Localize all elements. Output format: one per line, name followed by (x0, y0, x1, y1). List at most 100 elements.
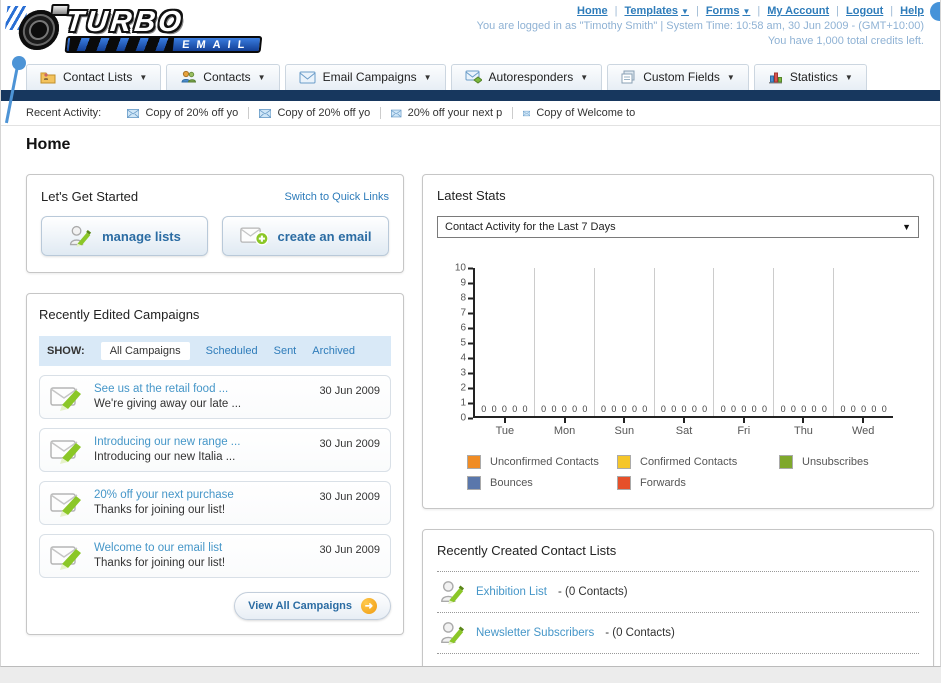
envelope-pencil-icon (50, 546, 81, 570)
contact-list-row[interactable]: Exhibition List - (0 Contacts) (437, 572, 919, 613)
switch-quick-links-link[interactable]: Switch to Quick Links (284, 191, 389, 203)
contact-list-link[interactable]: Exhibition List (476, 586, 547, 598)
campaign-title-link[interactable]: Welcome to our email list (94, 542, 309, 554)
recent-activity-item[interactable]: Copy of 20% off yo (249, 107, 382, 119)
top-link-help[interactable]: Help (900, 5, 924, 17)
arrow-right-icon: ➜ (361, 598, 377, 614)
top-link-my-account[interactable]: My Account (767, 5, 829, 17)
recent-activity-bar: Recent Activity: Copy of 20% off yo Copy… (1, 101, 940, 126)
chart-legend: Unconfirmed Contacts Confirmed Contacts Un… (467, 455, 919, 490)
campaign-date: 30 Jun 2009 (319, 385, 380, 397)
nav-tab-custom-fields[interactable]: Custom Fields ▼ (607, 64, 749, 90)
nav-divider-bar (1, 90, 940, 101)
chart-day-group: 00000 (774, 268, 835, 416)
view-all-campaigns-button[interactable]: View All Campaigns ➜ (234, 592, 391, 620)
help-bubble-icon[interactable] (930, 2, 940, 21)
top-link-templates[interactable]: Templates ▼ (624, 5, 689, 17)
data-value-label: 0 (691, 404, 697, 414)
nav-tab-statistics[interactable]: Statistics ▼ (753, 64, 867, 90)
legend-swatch (617, 476, 631, 490)
campaign-title-link[interactable]: Introducing our new range ... (94, 436, 309, 448)
campaign-row[interactable]: See us at the retail food ... We're givi… (39, 375, 391, 419)
data-value-label: 0 (671, 404, 677, 414)
campaign-row[interactable]: 20% off your next purchase Thanks for jo… (39, 481, 391, 525)
filter-all-campaigns[interactable]: All Campaigns (100, 342, 190, 360)
data-value-label: 0 (840, 404, 846, 414)
envelope-icon (523, 110, 531, 116)
top-link-logout[interactable]: Logout (846, 5, 883, 17)
decorative-pin-icon (12, 56, 26, 70)
envelope-icon (259, 108, 272, 118)
nav-tab-contacts[interactable]: Contacts ▼ (166, 64, 280, 90)
campaign-subtitle: Introducing our new Italia ... (94, 451, 236, 463)
logo-email-bar: EMAIL (64, 36, 263, 53)
y-tick: 3 (460, 368, 473, 379)
chevron-down-icon: ▼ (742, 6, 751, 16)
header: TURBO EMAIL Home | Templates ▼ | Forms ▼ | My… (1, 0, 940, 124)
legend-item: Forwards (617, 476, 779, 490)
data-value-label: 0 (522, 404, 528, 414)
legend-item: Unconfirmed Contacts (467, 455, 617, 469)
data-value-label: 0 (541, 404, 547, 414)
stats-period-select[interactable]: Contact Activity for the Last 7 Days ▼ (437, 216, 919, 238)
nav-tab-autoresponders[interactable]: Autoresponders ▼ (450, 64, 603, 90)
top-link-forms[interactable]: Forms ▼ (706, 5, 751, 17)
contact-list-link[interactable]: Newsletter Subscribers (476, 627, 594, 639)
chart-day-group: 00000 (535, 268, 595, 416)
manage-lists-button[interactable]: manage lists (41, 216, 208, 256)
data-value-label: 0 (561, 404, 567, 414)
recent-activity-label: Recent Activity: (26, 107, 102, 119)
contact-list-count: - (0 Contacts) (605, 627, 675, 639)
y-tick: 7 (460, 308, 473, 319)
filter-archived[interactable]: Archived (312, 345, 355, 357)
campaign-date: 30 Jun 2009 (319, 491, 380, 503)
login-info: You are logged in as "Timothy Smith" | S… (476, 20, 924, 32)
logo-text-turbo: TURBO (64, 6, 186, 38)
data-value-label: 0 (481, 404, 487, 414)
y-tick: 8 (460, 293, 473, 304)
data-value-label: 0 (601, 404, 607, 414)
contact-list-row[interactable]: Newsletter Subscribers - (0 Contacts) (437, 613, 919, 654)
campaign-row[interactable]: Welcome to our email list Thanks for joi… (39, 534, 391, 578)
create-email-button[interactable]: create an email (222, 216, 389, 256)
statistics-bar-chart-icon (768, 72, 782, 83)
data-value-label: 0 (512, 404, 518, 414)
chart-y-axis: 10 9 8 7 6 5 4 3 2 1 0 (449, 263, 473, 424)
custom-fields-documents-icon (621, 70, 635, 84)
campaign-title-link[interactable]: See us at the retail food ... (94, 383, 309, 395)
recently-edited-campaigns-panel: Recently Edited Campaigns SHOW: All Camp… (26, 293, 404, 635)
main-nav: Contact Lists ▼ Contacts ▼ Email Campaigns… (1, 64, 940, 90)
chart-x-axis: Tue Mon Sun Sat Fri Thu Wed (475, 418, 893, 437)
x-tick-label: Thu (774, 418, 834, 437)
data-value-label: 0 (491, 404, 497, 414)
contacts-people-icon (181, 70, 197, 83)
campaign-subtitle: Thanks for joining our list! (94, 557, 226, 569)
person-pencil-icon (70, 225, 92, 248)
recently-created-contact-lists-panel: Recently Created Contact Lists Exhibitio… (422, 529, 934, 666)
contact-lists-folder-icon (40, 72, 56, 84)
chevron-down-icon: ▼ (844, 72, 853, 82)
filter-scheduled[interactable]: Scheduled (206, 345, 258, 357)
campaign-row[interactable]: Introducing our new range ... Introducin… (39, 428, 391, 472)
contact-list-count: - (0 Contacts) (557, 586, 628, 598)
x-tick-label: Mon (535, 418, 595, 437)
chart-day-group: 00000 (655, 268, 715, 416)
nav-tab-email-campaigns[interactable]: Email Campaigns ▼ (284, 64, 446, 90)
y-tick: 9 (460, 278, 473, 289)
data-value-label: 0 (741, 404, 747, 414)
campaign-filter-bar: SHOW: All Campaigns Scheduled Sent Archi… (39, 336, 391, 366)
show-label: SHOW: (47, 345, 85, 357)
recent-activity-item[interactable]: Copy of Welcome to (513, 107, 645, 119)
data-value-label: 0 (582, 404, 588, 414)
envelope-plus-icon (239, 227, 268, 246)
data-value-label: 0 (631, 404, 637, 414)
data-value-label: 0 (790, 404, 796, 414)
chevron-down-icon: ▼ (257, 72, 266, 82)
campaign-title-link[interactable]: 20% off your next purchase (94, 489, 309, 501)
credits-info: You have 1,000 total credits left. (767, 35, 924, 47)
recent-activity-item[interactable]: Copy of 20% off yo (117, 107, 250, 119)
nav-tab-contact-lists[interactable]: Contact Lists ▼ (26, 64, 162, 90)
top-link-home[interactable]: Home (577, 5, 608, 17)
filter-sent[interactable]: Sent (274, 345, 297, 357)
recent-activity-item[interactable]: 20% off your next p (381, 107, 514, 119)
